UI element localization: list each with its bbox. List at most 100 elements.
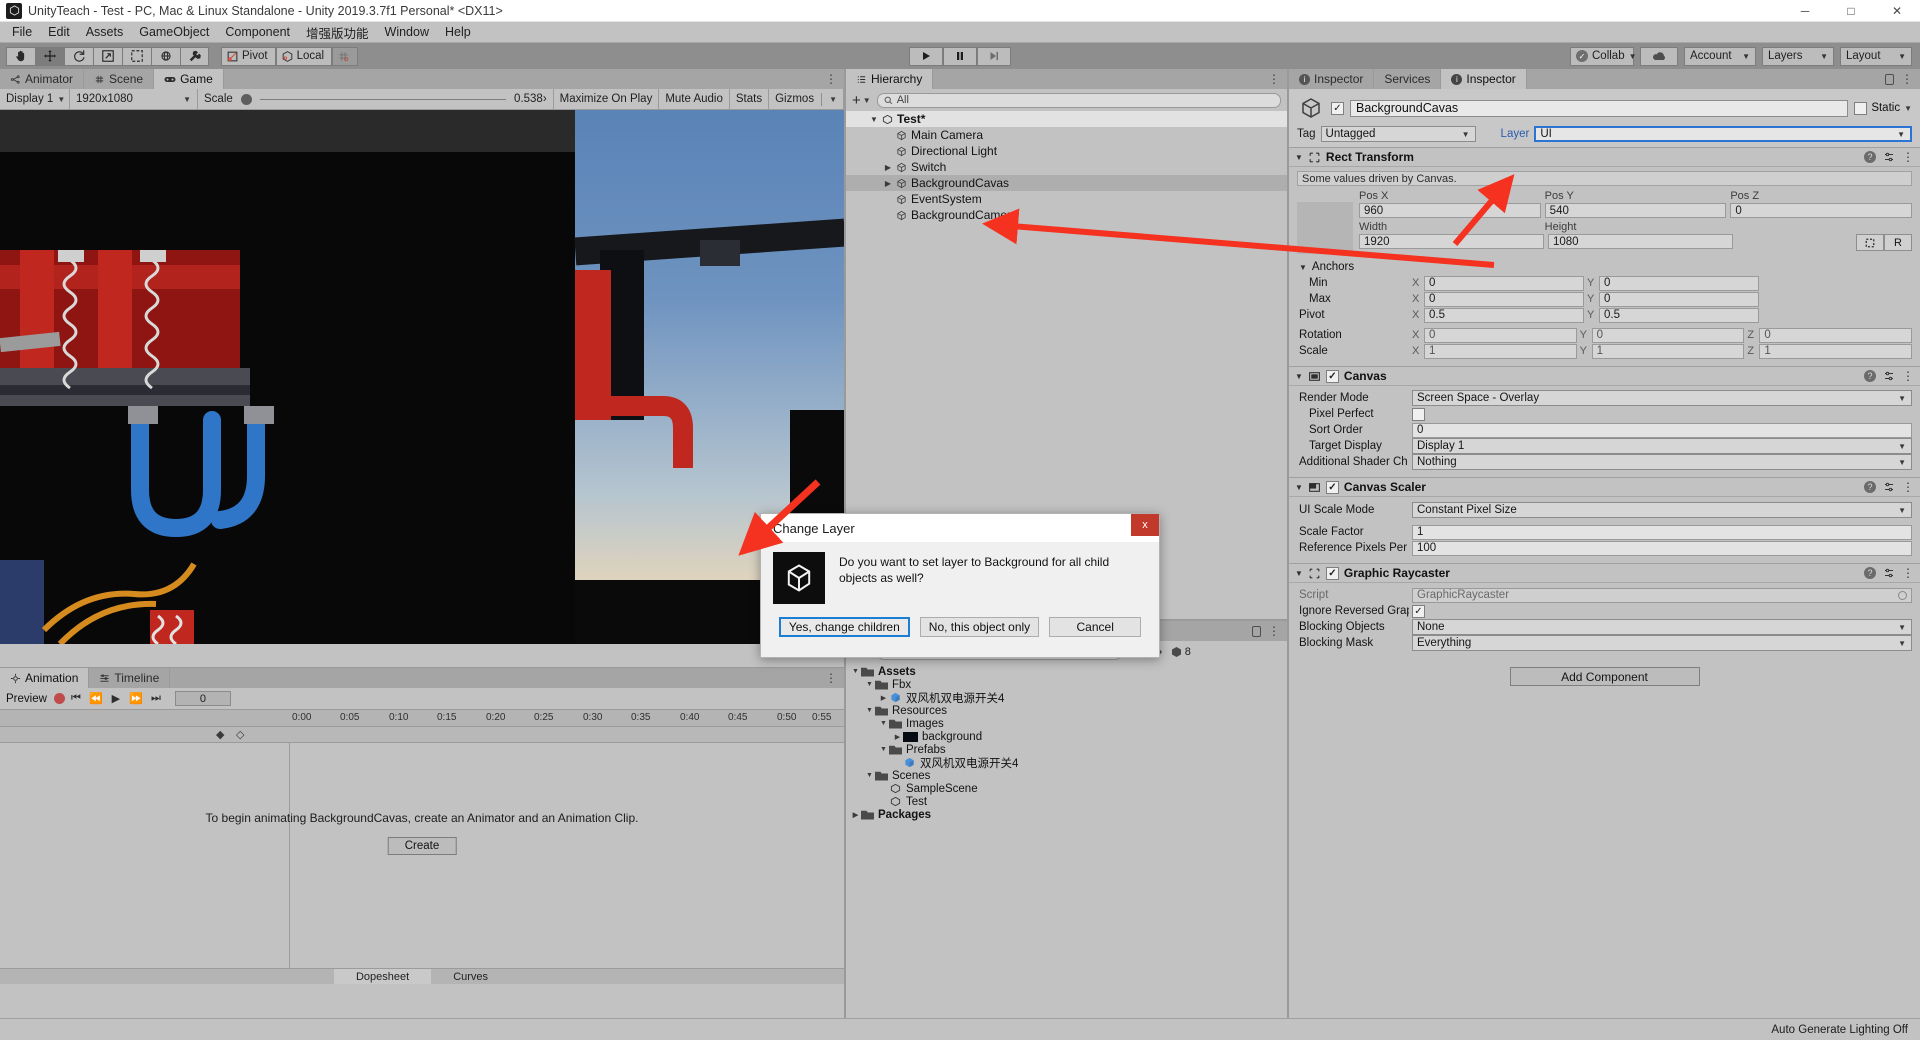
mute-audio-button[interactable]: Mute Audio: [659, 88, 730, 110]
dopesheet-tab[interactable]: Dopesheet: [333, 969, 432, 984]
custom-tool-icon[interactable]: [180, 46, 209, 66]
stats-button[interactable]: Stats: [730, 88, 770, 110]
component-menu-icon[interactable]: ⋮: [1902, 151, 1914, 163]
project-expand-arrow[interactable]: ▼: [850, 668, 861, 675]
tag-dropdown[interactable]: Untagged ▼: [1320, 126, 1476, 142]
tab-animation[interactable]: Animation: [0, 668, 90, 688]
hierarchy-row-eventsystem[interactable]: EventSystem: [846, 191, 1287, 207]
width-input[interactable]: 1920: [1359, 234, 1544, 249]
project-menu-icon[interactable]: ⋮: [1268, 625, 1280, 637]
menu-item-enhanced-features[interactable]: 增强版功能: [298, 21, 377, 44]
scale-x-input[interactable]: 1: [1424, 343, 1577, 359]
animation-dopesheet-area[interactable]: [290, 743, 844, 984]
add-keyframe-icon[interactable]: ◆: [216, 728, 224, 741]
lock-icon[interactable]: [1252, 625, 1261, 637]
project-row-scenes[interactable]: ▼ Scenes: [846, 769, 1287, 782]
tab-hierarchy[interactable]: Hierarchy: [846, 69, 934, 89]
project-row-assets[interactable]: ▼ Assets: [846, 665, 1287, 678]
rotate-tool-icon[interactable]: [64, 46, 93, 66]
no-this-object-only-button[interactable]: No, this object only: [919, 617, 1040, 637]
scale-z-input[interactable]: 1: [1759, 343, 1913, 359]
layer-dropdown[interactable]: UI ▼: [1534, 126, 1912, 142]
menu-item-component[interactable]: Component: [217, 23, 298, 41]
tab-inspector-2[interactable]: i Inspector: [1441, 69, 1527, 89]
menu-item-help[interactable]: Help: [437, 23, 479, 41]
pause-button[interactable]: [943, 46, 977, 66]
pixel-perfect-checkbox[interactable]: [1412, 407, 1425, 421]
canvas-scaler-enabled-checkbox[interactable]: ✓: [1325, 480, 1339, 494]
hand-tool-icon[interactable]: [6, 46, 35, 66]
anchor-max-y-input[interactable]: 0: [1599, 291, 1759, 307]
canvas-header[interactable]: ▼ ✓ Canvas ? ⋮: [1289, 366, 1920, 386]
minimize-button[interactable]: ─: [1782, 0, 1828, 22]
static-toggle[interactable]: Static ▼: [1854, 101, 1912, 115]
scale-tool-icon[interactable]: [93, 46, 122, 66]
shader-channels-dropdown[interactable]: Nothing ▼: [1412, 454, 1912, 470]
rect-tool-icon[interactable]: [122, 46, 151, 66]
project-row-packages[interactable]: ▶ Packages: [846, 808, 1287, 821]
preset-icon[interactable]: [1883, 481, 1895, 493]
blueprint-r-button[interactable]: R: [1884, 234, 1912, 251]
help-icon[interactable]: ?: [1864, 151, 1876, 163]
project-row-test-scene[interactable]: Test: [846, 795, 1287, 808]
close-button[interactable]: ✕: [1874, 0, 1920, 22]
help-icon[interactable]: ?: [1864, 567, 1876, 579]
collab-button[interactable]: ✓ Collab ▼: [1570, 46, 1637, 66]
play-button[interactable]: [909, 46, 943, 66]
collapse-arrow-icon[interactable]: ▼: [1295, 569, 1303, 578]
hierarchy-row-test[interactable]: ▼ Test*: [846, 111, 1287, 127]
preview-label[interactable]: Preview: [6, 693, 47, 705]
canvas-enabled-checkbox[interactable]: ✓: [1325, 369, 1339, 383]
current-frame-input[interactable]: 0: [174, 691, 231, 706]
add-event-icon[interactable]: ◇: [236, 728, 244, 741]
transform-tool-icon[interactable]: [151, 46, 180, 66]
rotation-z-input[interactable]: 0: [1759, 327, 1913, 343]
collapse-arrow-icon[interactable]: ▼: [1299, 263, 1307, 272]
object-active-checkbox[interactable]: ✓: [1331, 101, 1344, 115]
hierarchy-expand-arrow[interactable]: ▶: [882, 179, 894, 188]
hierarchy-row-backgroundcavas[interactable]: ▶ BackgroundCavas: [846, 175, 1287, 191]
cancel-button[interactable]: Cancel: [1049, 617, 1142, 637]
preset-icon[interactable]: [1883, 370, 1895, 382]
project-expand-arrow[interactable]: ▼: [878, 746, 889, 753]
pos-z-input[interactable]: 0: [1730, 203, 1913, 218]
menu-item-window[interactable]: Window: [377, 23, 437, 41]
ui-scale-mode-dropdown[interactable]: Constant Pixel Size ▼: [1412, 502, 1912, 518]
blocking-mask-dropdown[interactable]: Everything ▼: [1412, 635, 1912, 651]
project-badge[interactable]: 8: [1170, 646, 1191, 658]
maximize-button[interactable]: □: [1828, 0, 1874, 22]
menu-item-gameobject[interactable]: GameObject: [131, 23, 217, 41]
curves-tab[interactable]: Curves: [431, 969, 510, 984]
scale-slider-track[interactable]: [259, 98, 507, 100]
project-row-prefabs[interactable]: ▼ Prefabs: [846, 743, 1287, 756]
dialog-close-button[interactable]: x: [1131, 514, 1159, 536]
create-animation-button[interactable]: Create: [387, 837, 457, 855]
tab-scene[interactable]: Scene: [84, 69, 155, 89]
pivot-toggle-button[interactable]: Pivot: [221, 46, 276, 66]
preset-icon[interactable]: [1883, 567, 1895, 579]
collapse-arrow-icon[interactable]: ▼: [1295, 372, 1303, 381]
project-expand-arrow[interactable]: ▶: [878, 694, 889, 702]
layers-button[interactable]: Layers ▼: [1762, 46, 1834, 66]
hierarchy-search-input[interactable]: All: [876, 92, 1281, 108]
local-toggle-button[interactable]: Local: [275, 46, 333, 66]
resolution-dropdown[interactable]: 1920x1080 ▼: [70, 88, 198, 110]
graphic-raycaster-enabled-checkbox[interactable]: ✓: [1325, 566, 1339, 580]
project-row-background[interactable]: ▶ background: [846, 730, 1287, 743]
next-frame-button[interactable]: ⏩: [127, 692, 145, 705]
component-menu-icon[interactable]: ⋮: [1902, 567, 1914, 579]
object-name-input[interactable]: BackgroundCavas: [1350, 99, 1849, 117]
hierarchy-row-backgroundcamera[interactable]: BackgroundCamera: [846, 207, 1287, 223]
timeline-ruler[interactable]: 0:00 0:05 0:10 0:15 0:20 0:25 0:30 0:35 …: [0, 710, 844, 727]
anchor-preview[interactable]: [1297, 202, 1353, 254]
hierarchy-row-directional-light[interactable]: Directional Light: [846, 143, 1287, 159]
sort-order-input[interactable]: 0: [1412, 422, 1912, 438]
scale-slider-handle[interactable]: [240, 93, 252, 105]
menu-item-assets[interactable]: Assets: [78, 23, 132, 41]
project-row-images[interactable]: ▼ Images: [846, 717, 1287, 730]
menu-item-edit[interactable]: Edit: [40, 23, 78, 41]
project-row-fbx-model[interactable]: ▶ 双风机双电源开关4: [846, 691, 1287, 705]
add-component-button[interactable]: Add Component: [1509, 667, 1700, 686]
target-display-dropdown[interactable]: Display 1 ▼: [1412, 438, 1912, 454]
project-expand-arrow[interactable]: ▶: [892, 733, 903, 741]
